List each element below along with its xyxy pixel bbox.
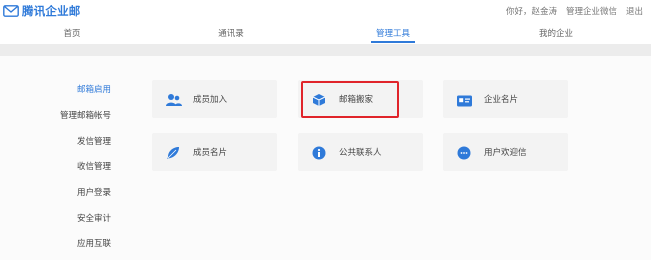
tool-label: 企业名片	[484, 95, 519, 105]
tool-card-members-join[interactable]: 成员加入	[152, 80, 277, 118]
tab-contacts[interactable]: 通讯录	[191, 27, 271, 39]
greeting-text[interactable]: 你好，赵金涛	[506, 5, 557, 17]
sidebar-item-send-management[interactable]: 发信管理	[77, 135, 111, 147]
tool-card-public-contacts[interactable]: 公共联系人	[298, 133, 423, 171]
chat-bubble-icon	[457, 145, 471, 160]
feather-icon	[166, 145, 180, 159]
top-bar: 腾讯企业邮 你好，赵金涛 管理企业微信 退出	[0, 0, 651, 22]
info-icon	[312, 145, 326, 160]
sidebar-item-user-login[interactable]: 用户登录	[77, 186, 111, 198]
active-tab-underline	[371, 41, 415, 43]
tool-card-mailbox-move[interactable]: 邮箱搬家	[298, 80, 423, 118]
tool-label: 成员名片	[193, 148, 228, 158]
sidebar-item-security-audit[interactable]: 安全审计	[77, 212, 111, 224]
tool-label: 成员加入	[193, 95, 228, 105]
tool-card-welcome-letter[interactable]: 用户欢迎信	[443, 133, 568, 171]
tool-label: 公共联系人	[339, 148, 382, 158]
logo[interactable]: 腾讯企业邮	[3, 3, 81, 19]
tool-label: 邮箱搬家	[339, 95, 374, 105]
members-join-icon	[166, 92, 182, 106]
sidebar-item-receive-management[interactable]: 收信管理	[77, 160, 111, 172]
tab-management-tools[interactable]: 管理工具	[353, 27, 433, 39]
user-links: 你好，赵金涛 管理企业微信 退出	[506, 5, 643, 17]
manage-wechat-link[interactable]: 管理企业微信	[566, 5, 617, 17]
tool-label: 用户欢迎信	[484, 148, 527, 158]
business-card-icon	[457, 92, 472, 107]
sidebar-item-mailbox-enable[interactable]: 邮箱启用	[77, 83, 111, 95]
tencent-mail-logo-icon	[3, 5, 19, 17]
sidebar: 邮箱启用 管理邮箱帐号 发信管理 收信管理 用户登录 安全审计 应用互联	[0, 56, 111, 260]
tool-card-member-card[interactable]: 成员名片	[152, 133, 277, 171]
tab-my-enterprise[interactable]: 我的企业	[516, 27, 596, 39]
sidebar-item-app-interconnect[interactable]: 应用互联	[77, 237, 111, 249]
logout-link[interactable]: 退出	[626, 5, 643, 17]
main-nav: 首页 通讯录 管理工具 我的企业	[0, 22, 651, 44]
tab-home[interactable]: 首页	[32, 27, 112, 39]
sidebar-item-manage-accounts[interactable]: 管理邮箱帐号	[60, 109, 111, 121]
tool-card-business-card[interactable]: 企业名片	[443, 80, 568, 118]
header-divider-band	[0, 44, 651, 56]
app-title: 腾讯企业邮	[22, 4, 81, 18]
mailbox-move-icon	[312, 92, 326, 106]
